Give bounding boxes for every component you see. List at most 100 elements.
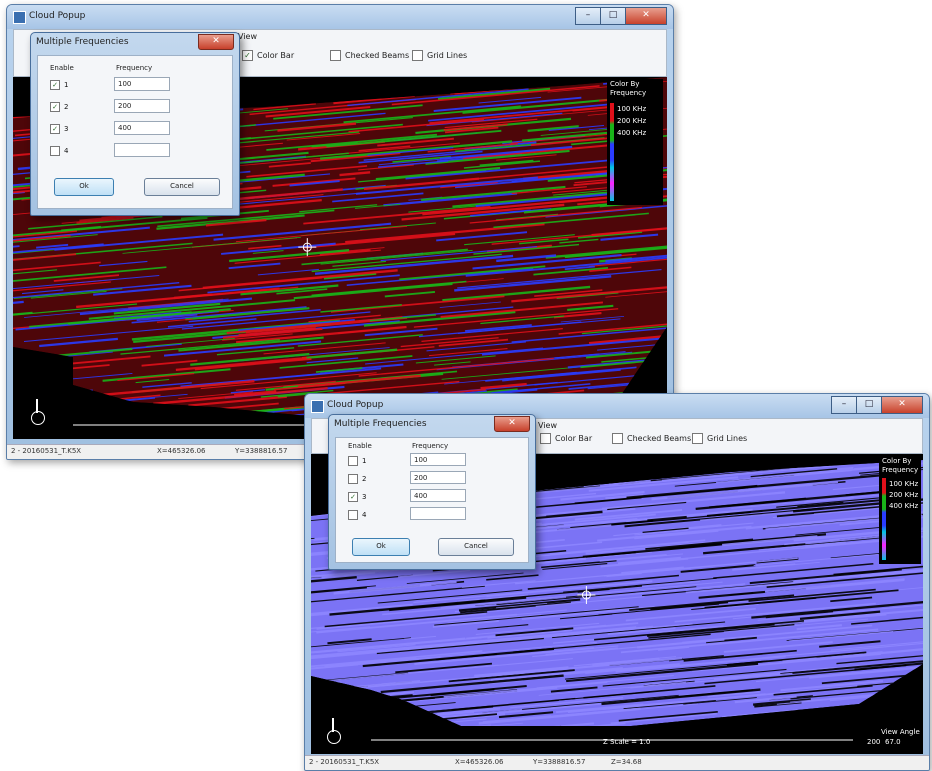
- status-y: Y=3388816.57: [235, 447, 288, 455]
- check-box-1[interactable]: [348, 456, 358, 466]
- legend-label-400khz: 400 KHz: [617, 129, 647, 137]
- status-z: Z=34.68: [611, 758, 642, 766]
- grid-lines-label: Grid Lines: [427, 51, 468, 60]
- status-bar: 2 - 20160531_T.K5X X=465326.06 Y=3388816…: [305, 755, 929, 770]
- checked-beams-checkbox[interactable]: Checked Beams: [330, 50, 409, 61]
- color-legend: Color By Frequency 100 KHz 200 KHz 400 K…: [879, 456, 921, 564]
- z-scale-readout: Z Scale = 1.0: [603, 738, 651, 746]
- legend-label-200khz: 200 KHz: [617, 117, 647, 125]
- frequency-input-3[interactable]: 400: [410, 489, 466, 502]
- enable-column-header: Enable: [50, 64, 74, 72]
- color-bar-label: Color Bar: [257, 51, 295, 60]
- app-icon: [311, 400, 324, 413]
- check-box-4[interactable]: [348, 510, 358, 520]
- status-file: 2 - 20160531_T.K5X: [309, 758, 380, 766]
- checked-beams-check-box[interactable]: [330, 50, 341, 61]
- grid-lines-check-box[interactable]: [692, 433, 703, 444]
- color-legend: Color By Frequency 100 KHz 200 KHz 400 K…: [607, 79, 663, 205]
- ok-button[interactable]: Ok: [352, 538, 410, 556]
- dialog-close-button[interactable]: ✕: [198, 34, 234, 50]
- check-box-2[interactable]: [348, 474, 358, 484]
- row-id-2: 2: [362, 475, 367, 483]
- cancel-button[interactable]: Cancel: [438, 538, 514, 556]
- view-angle-label: View Angle: [881, 728, 920, 736]
- check-box-3[interactable]: ✓: [348, 492, 358, 502]
- grid-lines-checkbox[interactable]: Grid Lines: [412, 50, 467, 61]
- grid-lines-check-box[interactable]: [412, 50, 423, 61]
- status-y: Y=3388816.57: [533, 758, 586, 766]
- window-title: Cloud Popup: [327, 400, 384, 410]
- frequency-input-4[interactable]: [114, 143, 170, 157]
- compass-icon: [31, 399, 45, 427]
- multiple-frequencies-dialog-1: Multiple Frequencies ✕ Enable Frequency …: [30, 32, 240, 216]
- cancel-button[interactable]: Cancel: [144, 178, 220, 196]
- dialog-close-button[interactable]: ✕: [494, 416, 530, 432]
- check-box-4[interactable]: [50, 146, 60, 156]
- ok-button[interactable]: Ok: [54, 178, 114, 196]
- enable-checkbox-3[interactable]: ✓ 3: [50, 124, 68, 134]
- legend-color-bar: [882, 478, 886, 560]
- row-id-1: 1: [362, 457, 367, 465]
- minimize-button[interactable]: –: [831, 396, 857, 414]
- view-group-label: View: [538, 421, 557, 430]
- enable-checkbox-4[interactable]: 4: [348, 510, 366, 520]
- grid-lines-checkbox[interactable]: Grid Lines: [692, 433, 747, 444]
- title-bar[interactable]: Cloud Popup – □ ✕: [7, 5, 673, 29]
- frequency-input-4[interactable]: [410, 507, 466, 520]
- dialog-title: Multiple Frequencies: [36, 37, 129, 47]
- row-id-2: 2: [64, 103, 69, 111]
- legend-subtitle: Frequency: [882, 466, 919, 474]
- checked-beams-check-box[interactable]: [612, 433, 623, 444]
- dialog-title: Multiple Frequencies: [334, 419, 427, 429]
- row-id-3: 3: [362, 493, 367, 501]
- checked-beams-label: Checked Beams: [345, 51, 410, 60]
- close-button[interactable]: ✕: [625, 7, 667, 25]
- color-bar-check-box[interactable]: [540, 433, 551, 444]
- view-angle-value: 67.0: [885, 738, 901, 746]
- legend-label-100khz: 100 KHz: [889, 480, 919, 488]
- checked-beams-label: Checked Beams: [627, 434, 692, 443]
- legend-subtitle: Frequency: [610, 89, 647, 97]
- frequency-column-header: Frequency: [412, 442, 449, 450]
- minimize-button[interactable]: –: [575, 7, 601, 25]
- enable-checkbox-1[interactable]: 1: [348, 456, 366, 466]
- view-group-label: View: [238, 32, 257, 41]
- multiple-frequencies-dialog-2: Multiple Frequencies ✕ Enable Frequency …: [328, 414, 536, 570]
- color-bar-checkbox[interactable]: ✓ Color Bar: [242, 50, 294, 61]
- enable-checkbox-3[interactable]: ✓ 3: [348, 492, 366, 502]
- maximize-button[interactable]: □: [856, 396, 882, 414]
- status-file: 2 - 20160531_T.K5X: [11, 447, 82, 455]
- dialog-body: Enable Frequency 1 100 2 200 ✓ 3 400 4 Ok…: [335, 437, 529, 563]
- dialog-body: Enable Frequency ✓ 1 100 ✓ 2 200 ✓ 3 400 4 …: [37, 55, 233, 209]
- close-button[interactable]: ✕: [881, 396, 923, 414]
- window-title: Cloud Popup: [29, 11, 86, 21]
- row-id-1: 1: [64, 81, 69, 89]
- enable-checkbox-4[interactable]: 4: [50, 146, 68, 156]
- status-x: X=465326.06: [455, 758, 504, 766]
- legend-label-200khz: 200 KHz: [889, 491, 919, 499]
- checked-beams-checkbox[interactable]: Checked Beams: [612, 433, 691, 444]
- check-box-3[interactable]: ✓: [50, 124, 60, 134]
- enable-checkbox-2[interactable]: 2: [348, 474, 366, 484]
- color-bar-label: Color Bar: [555, 434, 593, 443]
- maximize-button[interactable]: □: [600, 7, 626, 25]
- legend-label-100khz: 100 KHz: [617, 105, 647, 113]
- check-box-2[interactable]: ✓: [50, 102, 60, 112]
- enable-checkbox-2[interactable]: ✓ 2: [50, 102, 68, 112]
- status-x: X=465326.06: [157, 447, 206, 455]
- frequency-input-2[interactable]: 200: [114, 99, 170, 113]
- legend-color-bar: [610, 103, 614, 201]
- row-id-4: 4: [64, 147, 69, 155]
- frequency-input-3[interactable]: 400: [114, 121, 170, 135]
- scale-value: 200: [867, 738, 881, 746]
- enable-checkbox-1[interactable]: ✓ 1: [50, 80, 68, 90]
- check-box-1[interactable]: ✓: [50, 80, 60, 90]
- enable-column-header: Enable: [348, 442, 372, 450]
- frequency-input-2[interactable]: 200: [410, 471, 466, 484]
- frequency-input-1[interactable]: 100: [410, 453, 466, 466]
- frequency-input-1[interactable]: 100: [114, 77, 170, 91]
- color-bar-checkbox[interactable]: Color Bar: [540, 433, 592, 444]
- frequency-column-header: Frequency: [116, 64, 153, 72]
- color-bar-check-box[interactable]: ✓: [242, 50, 253, 61]
- app-icon: [13, 11, 26, 24]
